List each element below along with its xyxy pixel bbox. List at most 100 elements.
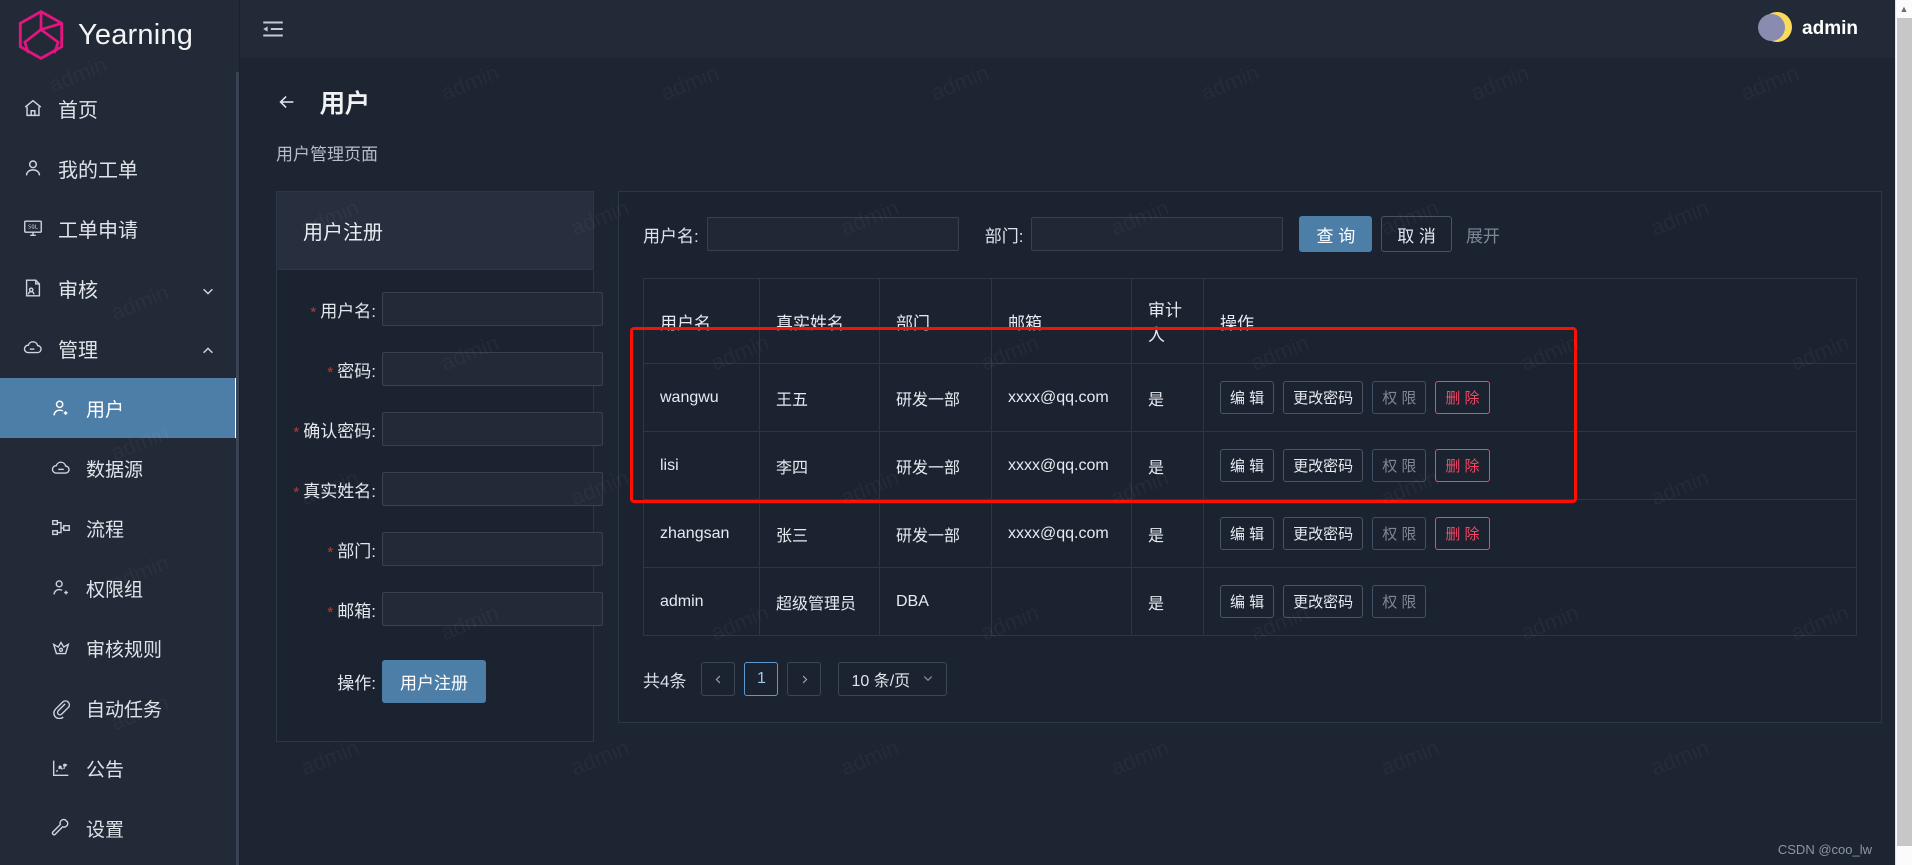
table-body: wangwu 王五 研发一部 xxxx@qq.com 是 编 辑 更改密码 权 … (643, 363, 1857, 636)
delete-button[interactable]: 删 除 (1435, 517, 1490, 550)
sidebar-item-audit-rules[interactable]: 审核规则 (0, 618, 239, 678)
table-head: 用户名 真实姓名 部门 邮箱 审计人 操作 (643, 278, 1857, 364)
cell-dept: 研发一部 (879, 499, 992, 568)
realname-input[interactable] (382, 472, 603, 506)
sidebar-item-auto-task[interactable]: 自动任务 (0, 678, 239, 738)
edit-button[interactable]: 编 辑 (1220, 585, 1275, 618)
username-input[interactable] (382, 292, 603, 326)
chevron-down-icon (922, 672, 934, 687)
cell-realname: 李四 (759, 431, 880, 500)
cell-username: zhangsan (643, 499, 760, 568)
permission-button[interactable]: 权 限 (1372, 381, 1427, 414)
sidebar-item-label: 审核规则 (86, 639, 163, 661)
paperclip-icon (50, 697, 72, 719)
flow-branch-icon (50, 517, 72, 539)
sidebar-item-flow[interactable]: 流程 (0, 498, 239, 558)
sidebar-scrollbar[interactable] (236, 72, 239, 865)
cell-username: admin (643, 567, 760, 636)
password-input[interactable] (382, 352, 603, 386)
expand-link[interactable]: 展开 (1466, 222, 1500, 247)
cell-email (991, 567, 1132, 636)
scroll-up-arrow-icon[interactable]: ▲ (1896, 0, 1912, 17)
cancel-button[interactable]: 取 消 (1381, 216, 1452, 252)
sql-console-icon: SQL (22, 217, 44, 239)
filter-username-input[interactable] (706, 217, 959, 251)
sidebar-item-label: 数据源 (86, 459, 144, 481)
th-actions: 操作 (1203, 278, 1857, 364)
permission-button[interactable]: 权 限 (1372, 585, 1427, 618)
edit-button[interactable]: 编 辑 (1220, 449, 1275, 482)
chart-icon (50, 757, 72, 779)
permission-button[interactable]: 权 限 (1372, 449, 1427, 482)
table-row: admin 超级管理员 DBA 是 编 辑 更改密码 权 限 (643, 567, 1857, 636)
user-menu[interactable]: admin (1758, 12, 1880, 46)
cell-auditor: 是 (1131, 431, 1204, 500)
cell-realname: 张三 (759, 499, 880, 568)
change-password-button[interactable]: 更改密码 (1283, 449, 1364, 482)
user-register-card: 用户注册 * 用户名: * 密码: * 确认密码: * 真实姓名: * 部门: … (276, 191, 603, 742)
scrollbar-thumb[interactable] (1897, 18, 1912, 846)
cell-dept: 研发一部 (879, 363, 992, 432)
delete-button[interactable]: 删 除 (1435, 449, 1490, 482)
page-1-button[interactable]: 1 (744, 662, 779, 696)
sidebar-item-datasource[interactable]: 数据源 (0, 438, 239, 498)
cube-hexagon-logo-icon (14, 8, 68, 62)
arrow-left-icon[interactable] (276, 91, 298, 113)
email-input[interactable] (382, 592, 603, 626)
confirm-password-input[interactable] (382, 412, 603, 446)
user-register-button[interactable]: 用户注册 (382, 660, 486, 703)
cell-email: xxxx@qq.com (991, 499, 1132, 568)
sidebar-item-users[interactable]: 用户 (0, 378, 239, 438)
sidebar-item-label: 自动任务 (86, 699, 163, 721)
th-email: 邮箱 (991, 278, 1132, 364)
chevron-left-icon (715, 675, 721, 683)
dept-input[interactable] (382, 532, 603, 566)
cell-realname: 超级管理员 (759, 567, 880, 636)
register-form: * 用户名: * 密码: * 确认密码: * 真实姓名: * 部门: * 邮箱:… (277, 270, 603, 741)
footer-watermark: CSDN @coo_lw (1777, 842, 1872, 857)
required-mark: * (293, 423, 300, 441)
permission-button[interactable]: 权 限 (1372, 517, 1427, 550)
cell-auditor: 是 (1131, 499, 1204, 568)
page-size-select[interactable]: 10 条/页 (838, 662, 948, 696)
field-label: * 邮箱: (327, 601, 376, 621)
crown-icon (50, 637, 72, 659)
sidebar-item-label: 设置 (86, 819, 125, 841)
sidebar-item-order-apply[interactable]: SQL 工单申请 (0, 198, 239, 258)
sidebar-group-audit[interactable]: 审核 (0, 258, 239, 318)
edit-button[interactable]: 编 辑 (1220, 381, 1275, 414)
brand-logo[interactable]: Yearning (0, 0, 239, 70)
sidebar-group-manage[interactable]: 管理 (0, 318, 239, 378)
page-scrollbar[interactable]: ▲ (1895, 0, 1912, 865)
user-name-label: admin (1802, 18, 1858, 39)
sidebar-item-settings[interactable]: 设置 (0, 798, 239, 858)
next-page-button[interactable] (787, 662, 822, 696)
prev-page-button[interactable] (701, 662, 736, 696)
user-group-icon (50, 577, 72, 599)
sidebar-item-permission-group[interactable]: 权限组 (0, 558, 239, 618)
field-label: * 用户名: (310, 301, 376, 321)
form-row-submit: 操作: 用户注册 (277, 660, 567, 703)
filter-dept-input[interactable] (1031, 217, 1284, 251)
cell-actions: 编 辑 更改密码 权 限 删 除 (1203, 499, 1857, 568)
th-auditor: 审计人 (1131, 278, 1204, 364)
sidebar-item-home[interactable]: 首页 (0, 78, 239, 138)
change-password-button[interactable]: 更改密码 (1283, 585, 1364, 618)
required-mark: * (310, 303, 317, 321)
field-label: * 部门: (327, 541, 376, 561)
sidebar-item-my-orders[interactable]: 我的工单 (0, 138, 239, 198)
search-button[interactable]: 查 询 (1299, 216, 1373, 252)
menu-fold-icon[interactable] (260, 16, 286, 42)
change-password-button[interactable]: 更改密码 (1283, 381, 1364, 414)
card-header: 用户注册 (277, 192, 593, 270)
sidebar-item-label: 工单申请 (58, 219, 138, 242)
sidebar-item-announcement[interactable]: 公告 (0, 738, 239, 798)
table-row: zhangsan 张三 研发一部 xxxx@qq.com 是 编 辑 更改密码 … (643, 499, 1857, 568)
delete-button[interactable]: 删 除 (1435, 381, 1490, 414)
sidebar-item-label: 流程 (86, 519, 125, 541)
cell-actions: 编 辑 更改密码 权 限 删 除 (1203, 431, 1857, 500)
change-password-button[interactable]: 更改密码 (1283, 517, 1364, 550)
edit-button[interactable]: 编 辑 (1220, 517, 1275, 550)
th-username: 用户名 (643, 278, 760, 364)
th-dept: 部门 (879, 278, 992, 364)
